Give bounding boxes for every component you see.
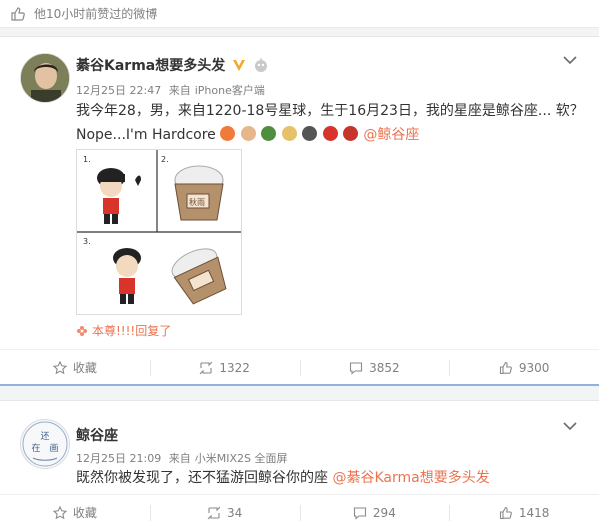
- svg-text:2.: 2.: [161, 155, 169, 164]
- flower-icon: [77, 325, 87, 336]
- post-source: iPhone客户端: [194, 84, 265, 97]
- svg-text:还: 还: [40, 430, 49, 442]
- source-prefix: 来自: [168, 452, 191, 465]
- liker-text[interactable]: 本尊!!!!回复了: [92, 322, 171, 339]
- author-name-text[interactable]: 綦谷Karma想要多头发: [76, 55, 225, 75]
- hat-emoji-icon: [342, 126, 358, 141]
- mask-emoji-icon: [302, 126, 318, 141]
- mention-link[interactable]: @鲸谷座: [363, 127, 419, 143]
- favorite-button[interactable]: 收藏: [0, 350, 150, 385]
- post-card: 还 在 画 鲸谷座 12月25日 21:09 来自 小米MIX2S 全面屏 既然你…: [0, 400, 599, 529]
- thumb-up-icon: [11, 6, 25, 21]
- action-bar: 收藏 1322 3852 9300: [0, 349, 599, 385]
- svg-text:画: 画: [49, 443, 58, 454]
- feed-divider: [0, 384, 599, 386]
- post-meta: 12月25日 21:09 来自 小米MIX2S 全面屏: [76, 450, 291, 466]
- comment-icon: [353, 506, 366, 520]
- comment-icon: [350, 361, 363, 375]
- repost-icon: [199, 361, 213, 374]
- action-bar: 收藏 34 294 1418: [0, 494, 599, 529]
- post-time[interactable]: 12月25日 22:47: [76, 84, 161, 97]
- repost-count: 34: [226, 505, 243, 520]
- liker-note[interactable]: 本尊!!!!回复了: [76, 322, 171, 339]
- star-icon: [52, 360, 67, 374]
- svg-text:1.: 1.: [83, 155, 91, 164]
- spiderman-emoji-icon: [322, 126, 338, 141]
- repost-button[interactable]: 1322: [149, 350, 300, 385]
- comment-count: 3852: [369, 360, 400, 375]
- post-source: 小米MIX2S 全面屏: [194, 452, 288, 465]
- post-meta: 12月25日 22:47 来自 iPhone客户端: [76, 82, 269, 98]
- thumb-up-icon: [499, 361, 512, 374]
- svg-text:在: 在: [31, 442, 40, 454]
- author-name-text[interactable]: 鲸谷座: [76, 425, 118, 445]
- like-button[interactable]: 1418: [449, 495, 599, 529]
- comment-count: 294: [372, 505, 396, 520]
- post-text-line2-prefix: Nope...I'm Hardcore: [76, 127, 216, 143]
- repost-count: 1322: [219, 360, 250, 375]
- source-prefix: 来自: [168, 84, 191, 97]
- author-name[interactable]: 綦谷Karma想要多头发: [76, 55, 269, 75]
- face-emoji-icon: [240, 126, 256, 141]
- like-button[interactable]: 9300: [449, 350, 599, 385]
- chevron-down-icon[interactable]: [563, 55, 577, 65]
- author-name[interactable]: 鲸谷座: [76, 425, 118, 445]
- repost-icon: [207, 506, 221, 519]
- like-count: 9300: [518, 360, 550, 375]
- avatar[interactable]: 还 在 画: [20, 419, 70, 469]
- thor-emoji-icon: [281, 126, 297, 141]
- svg-text:秋雨: 秋雨: [189, 197, 205, 207]
- svg-text:3.: 3.: [83, 237, 91, 246]
- angry-emoji-icon: [220, 126, 236, 141]
- favorite-label: 收藏: [72, 506, 97, 520]
- post-text-body: 既然你被发现了，还不猛游回鲸谷你的座: [76, 470, 333, 486]
- post-time[interactable]: 12月25日 21:09: [76, 452, 161, 465]
- post-image[interactable]: 1. 2. 3. 秋雨: [76, 149, 242, 315]
- comment-button[interactable]: 294: [299, 495, 450, 529]
- hulk-emoji-icon: [261, 126, 277, 141]
- post-text-line2: Nope...I'm Hardcore @鲸谷座: [76, 123, 419, 147]
- favorite-button[interactable]: 收藏: [0, 495, 150, 529]
- favorite-label: 收藏: [72, 361, 97, 375]
- member-badge-icon: [255, 58, 268, 72]
- liked-header: 他10小时前赞过的微博: [0, 0, 599, 28]
- star-icon: [52, 505, 67, 519]
- verified-badge-icon: [233, 60, 246, 71]
- post-text: 既然你被发现了，还不猛游回鲸谷你的座 @綦谷Karma想要多头发: [76, 466, 490, 490]
- post-text-line1: 我今年28，男，来自1220-18号星球，生于16月23日，我的星座是鲸谷座..…: [76, 103, 584, 119]
- chevron-down-icon[interactable]: [563, 421, 577, 431]
- like-count: 1418: [518, 505, 550, 520]
- mention-link[interactable]: @綦谷Karma想要多头发: [332, 470, 489, 486]
- comment-button[interactable]: 3852: [299, 350, 450, 385]
- liked-header-text: 他10小时前赞过的微博: [34, 7, 158, 21]
- repost-button[interactable]: 34: [149, 495, 300, 529]
- thumb-up-icon: [499, 506, 512, 519]
- post-card: 綦谷Karma想要多头发 12月25日 22:47 来自 iPhone客户端 我今…: [0, 36, 599, 384]
- avatar[interactable]: [20, 53, 70, 103]
